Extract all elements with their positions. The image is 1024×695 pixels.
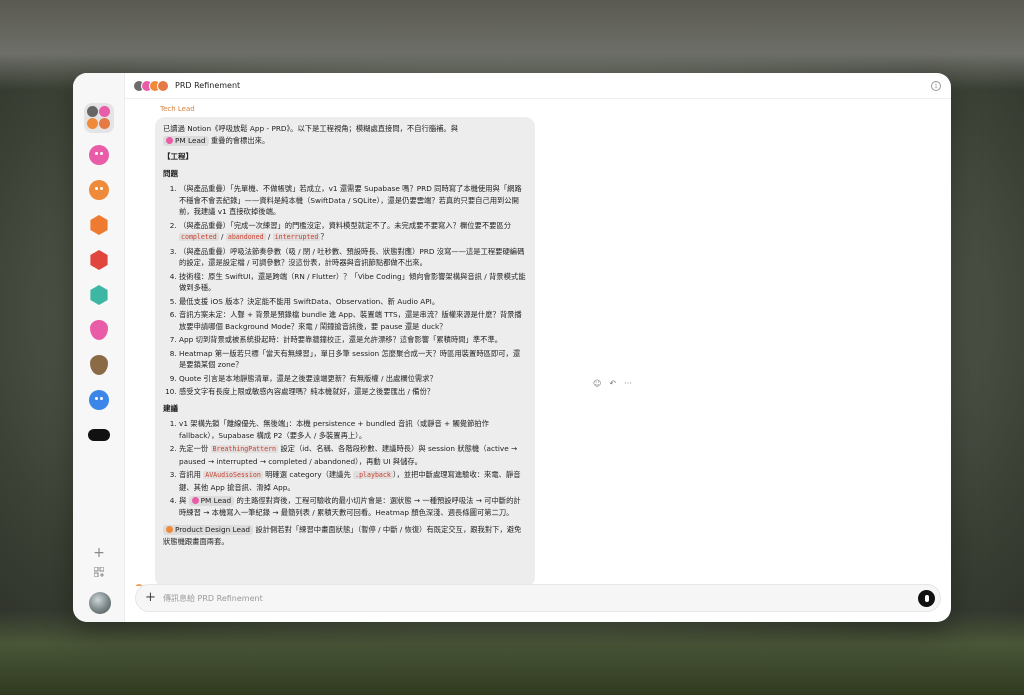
inline-code: .playback [353,471,393,479]
list-item: （與產品重疊）呼吸法節奏參數（吸 / 閉 / 吐秒數、預設時長、狀態對應）PRD… [179,246,527,269]
sidebar-item-black-pill[interactable] [84,420,114,450]
list-item: 先定一份 BreathingPattern 設定（id、名稱、各階段秒數、建議時… [179,443,527,467]
message-list[interactable]: Tech Lead 已讀過 Notion《呼吸放鬆 App - PRD》。以下是… [125,99,951,586]
brown-drop-avatar-icon [90,355,108,375]
list-item: （與產品重疊）「完成一次練習」的門檻沒定，資料模型就定不了。未完成要不要寫入？欄… [179,220,527,244]
participant-avatar [157,79,169,92]
message-input[interactable]: 傳訊息給 PRD Refinement [163,585,263,613]
inline-code: abandoned [225,233,266,241]
design-lead-icon [166,526,173,533]
list-item-text: 先定一份 [179,444,211,453]
inline-code: AVAudioSession [203,471,263,479]
chat-title: PRD Refinement [175,81,241,90]
intro-text: 已讀過 Notion《呼吸放鬆 App - PRD》。以下是工程視角；模糊處直接… [163,124,459,146]
section-heading: 【工程】 [163,152,193,161]
list-item: （與產品重疊）「先單機、不做帳號」若成立，v1 還需要 Supabase 嗎？P… [179,183,527,218]
reply-icon[interactable]: ↶ [609,379,616,388]
message-actions: ☺ ↶ ··· [593,379,632,388]
list-item-text: （與產品重疊）「完成一次練習」的門檻沒定，資料模型就定不了。未完成要不要寫入？欄… [179,220,512,230]
sidebar-item-pm-lead[interactable] [84,140,114,170]
inline-code: BreathingPattern [210,445,279,453]
info-icon[interactable]: i [931,81,941,91]
questions-list: （與產品重疊）「先單機、不做帳號」若成立，v1 還需要 Supabase 嗎？P… [179,183,527,398]
sidebar-item-red-hex[interactable] [84,245,114,275]
list-item-text: 最低支援 iOS 版本？決定能不能用 SwiftData、Observation… [179,296,440,306]
list-item: 與 PM Lead 的主路徑對齊後，工程可驗收的最小切片會是：選狀態 → 一種預… [179,495,527,518]
list-item-text: 感受文字有長度上限或敏感內容處理嗎？純本機就好，還是之後要匯出 / 備份？ [179,387,435,396]
list-item-text: v1 架構先鎖「離線優先、無後端」：本機 persistence + bundl… [179,419,489,440]
sidebar: + [73,73,125,622]
mic-icon[interactable] [918,590,935,607]
sidebar-item-pink-drop[interactable] [84,315,114,345]
list-item-text: App 切到背景或被系統掛起時：計時要靠牆鐘校正，還是允許漂移？這會影響「累積時… [179,335,503,344]
red-hex-avatar-icon [90,250,108,270]
list-item-text: Heatmap 第一版若只標「當天有無練習」，單日多筆 session 怎麼聚合… [179,348,521,370]
sidebar-item-orange-hex[interactable] [84,210,114,240]
list-item-text: / [265,232,273,241]
sidebar-item-blue-blob[interactable] [84,385,114,415]
pm-lead-icon [166,136,173,144]
black-pill-avatar-icon [88,429,110,441]
product-design-lead-avatar-icon [89,180,109,200]
add-icon[interactable]: + [73,545,125,561]
participant-avatars [133,79,169,92]
suggestions-heading: 建議 [163,403,178,413]
pink-drop-avatar-icon [90,320,108,340]
final-text: Product Design Lead 設計側若對「練習中畫面狀態」（暫停 / … [163,525,522,546]
message-bubble: 已讀過 Notion《呼吸放鬆 App - PRD》。以下是工程視角；模糊處直接… [155,117,535,586]
blue-blob-avatar-icon [89,390,109,410]
list-item-text: 明確選 category（建議先 [262,470,354,479]
sidebar-item-teal-hex[interactable] [84,280,114,310]
list-item: 音訊方案未定：人聲 + 背景是預錄檔 bundle 進 App、裝置端 TTS，… [179,309,527,332]
teal-hex-avatar-icon [90,285,108,305]
grid-plus-icon[interactable] [73,565,125,581]
list-item-text: （與產品重疊）「先單機、不做帳號」若成立，v1 還需要 Supabase 嗎？P… [179,184,522,216]
list-item-text: 技術棧：原生 SwiftUI，還是跨端（RN / Flutter）？「Vibe … [179,271,526,293]
list-item-text: Quote 引言是本地靜態清單，還是之後要遠端更新？有無版權 / 出處欄位需求？ [179,373,437,383]
list-item: 音訊用 AVAudioSession 明確選 category（建議先 .pla… [179,469,527,493]
list-item-text: ？ [320,232,328,241]
chat-header: PRD Refinement i [125,73,951,99]
list-item-text: 音訊方案未定：人聲 + 背景是預錄檔 bundle 進 App、裝置端 TTS，… [179,310,522,331]
list-item: v1 架構先鎖「離線優先、無後端」：本機 persistence + bundl… [179,418,527,441]
sidebar-item-group-chat[interactable] [84,103,114,133]
group-chat-avatar-icon [87,106,111,130]
inline-code: interrupted [272,233,321,241]
more-icon[interactable]: ··· [624,379,632,388]
mention-design-lead[interactable]: Product Design Lead [163,525,254,535]
message-composer[interactable]: + 傳訊息給 PRD Refinement [135,584,941,612]
sidebar-item-brown-drop[interactable] [84,350,114,380]
list-item: 技術棧：原生 SwiftUI，還是跨端（RN / Flutter）？「Vibe … [179,271,527,294]
attach-button[interactable]: + [142,590,159,607]
list-item: Quote 引言是本地靜態清單，還是之後要遠端更新？有無版權 / 出處欄位需求？ [179,373,527,385]
sender-name: Tech Lead [160,105,195,113]
list-item-text: / [218,232,226,241]
list-item: 最低支援 iOS 版本？決定能不能用 SwiftData、Observation… [179,296,527,308]
questions-heading: 問題 [163,168,178,178]
list-item: 感受文字有長度上限或敏感內容處理嗎？純本機就好，還是之後要匯出 / 備份？ [179,386,527,398]
emoji-react-icon[interactable]: ☺ [593,379,601,388]
pm-lead-icon [191,497,199,504]
list-item-text: 與 [179,496,189,505]
sidebar-item-product-design-lead[interactable] [84,175,114,205]
list-item-text: 音訊用 [179,470,204,479]
app-window: + PRD Refinement i Tech Lead 已讀過 Notion《… [73,73,951,622]
orange-hex-avatar-icon [90,215,108,235]
inline-code: completed [179,233,219,241]
list-item-text: （與產品重疊）呼吸法節奏參數（吸 / 閉 / 吐秒數、預設時長、狀態對應）PRD… [179,246,525,268]
suggestions-list: v1 架構先鎖「離線優先、無後端」：本機 persistence + bundl… [179,418,527,518]
user-avatar[interactable] [89,592,111,614]
pm-lead-avatar-icon [89,145,109,165]
list-item: Heatmap 第一版若只標「當天有無練習」，單日多筆 session 怎麼聚合… [179,348,527,371]
mention-pm-lead[interactable]: PM Lead [188,496,235,506]
mention-pm-lead[interactable]: PM Lead [163,135,209,146]
list-item: App 切到背景或被系統掛起時：計時要靠牆鐘校正，還是允許漂移？這會影響「累積時… [179,334,527,346]
